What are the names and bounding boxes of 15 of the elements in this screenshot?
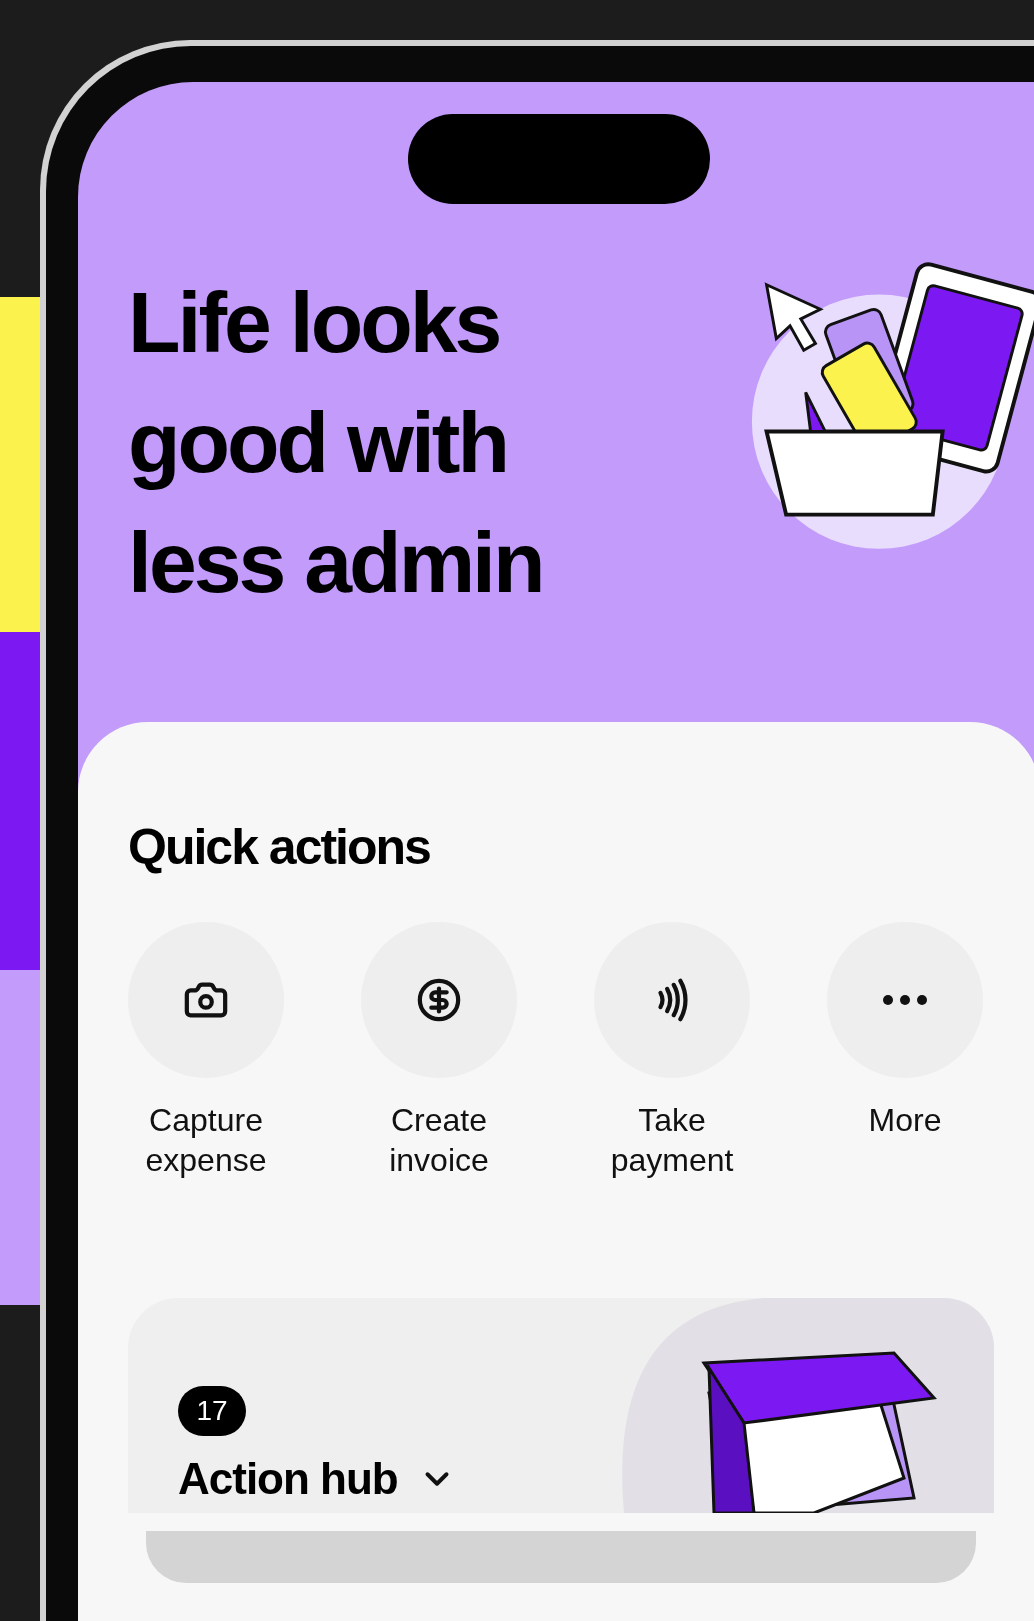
card-title: Action hub [178,1453,398,1505]
quick-action-button[interactable]: More [827,922,983,1180]
action-hub-card[interactable]: 17 Action hub [128,1298,994,1513]
section-title: Quick actions [128,822,431,872]
quick-action-button[interactable]: Create invoice [361,922,517,1180]
count-badge: 17 [178,1386,246,1436]
quick-action-button[interactable]: Take payment [594,922,750,1180]
dollar-icon [416,977,462,1023]
action-label: Capture expense [144,1101,268,1180]
more-icon [883,995,927,1005]
action-label: Take payment [609,1101,735,1180]
headline: Life looks good with less admin [128,273,544,612]
action-label: More [867,1101,943,1140]
quick-action-button[interactable]: Capture expense [128,922,284,1180]
action-label: Create invoice [388,1101,490,1180]
